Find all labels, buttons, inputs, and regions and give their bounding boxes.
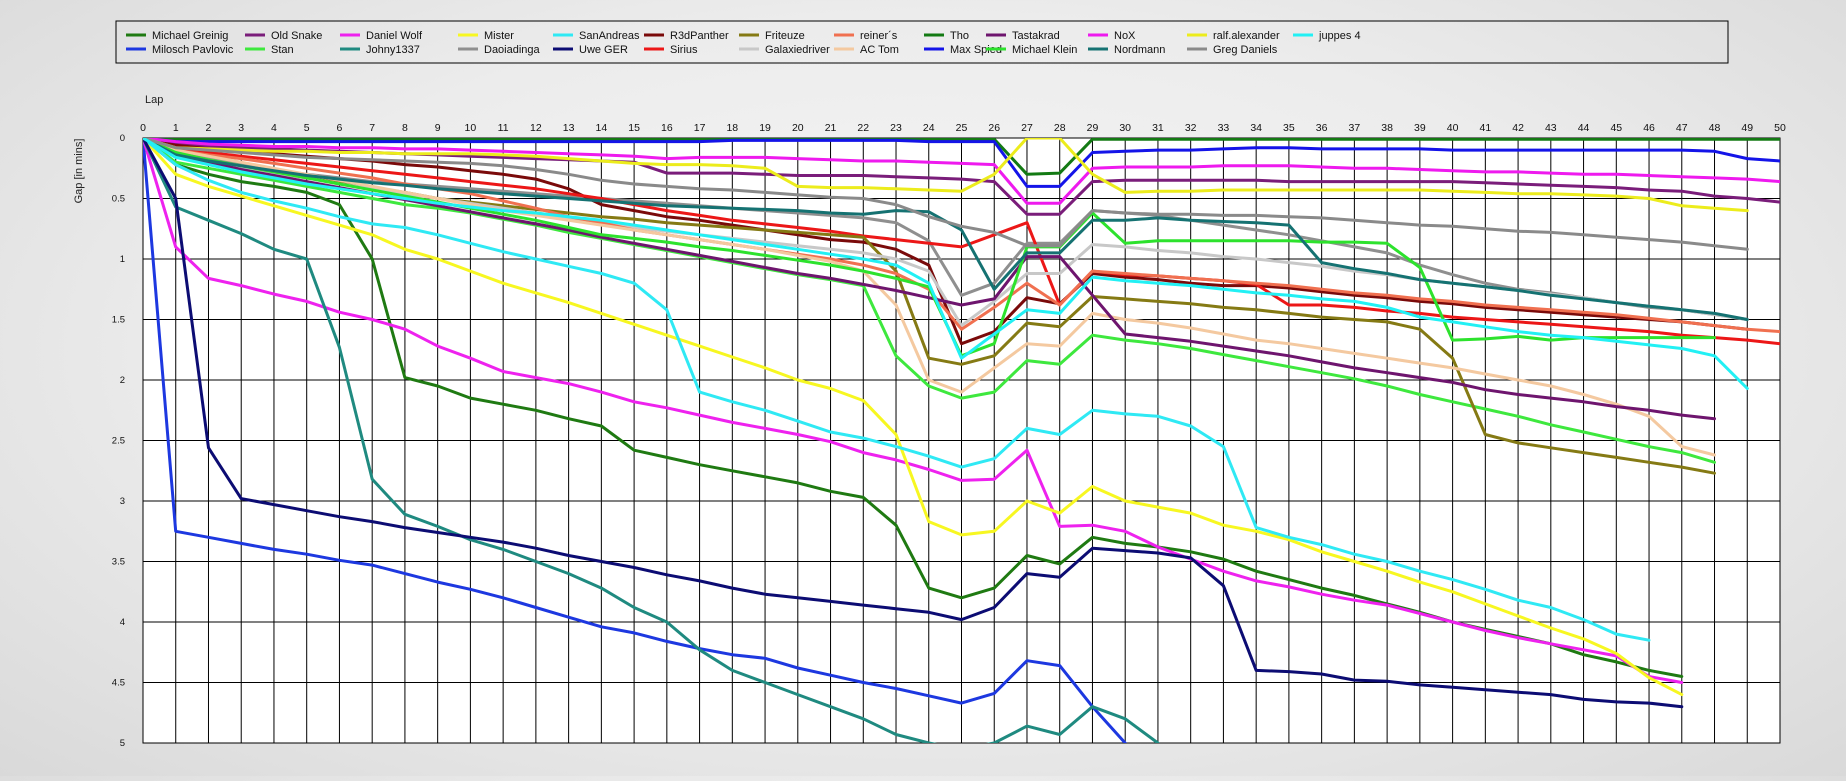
legend-entry-label: Stan [271, 44, 294, 56]
chart-root: Michael Greinig Milosch Pavlovic Old Snake… [0, 0, 1846, 776]
x-tick-label: 49 [1741, 122, 1753, 134]
y-tick-label: 2.5 [112, 436, 125, 447]
x-tick-label: 41 [1479, 122, 1491, 134]
y-tick-label: 3.5 [112, 557, 125, 568]
x-tick-label: 21 [825, 122, 837, 134]
legend-entry-label: juppes 4 [1318, 30, 1361, 42]
legend-entry-label: SanAndreas [579, 30, 640, 42]
y-axis-label: Gap [in mins] [73, 139, 85, 204]
x-tick-label: 4 [271, 122, 277, 134]
legend-entry-label: Old Snake [271, 30, 322, 42]
x-tick-label: 37 [1349, 122, 1361, 134]
x-tick-label: 42 [1512, 122, 1524, 134]
y-tick-label: 0.5 [112, 194, 125, 205]
x-tick-label: 16 [661, 122, 673, 134]
legend: Michael Greinig Milosch Pavlovic Old Snake… [115, 20, 1729, 64]
x-tick-label: 6 [337, 122, 343, 134]
legend-entry-label: ralf.alexander [1213, 30, 1280, 42]
lap-gap-chart: Michael Greinig Milosch Pavlovic Old Snake… [73, 20, 1786, 749]
x-tick-label: 31 [1152, 122, 1164, 134]
x-tick-label: 46 [1643, 122, 1655, 134]
x-tick-label: 19 [759, 122, 771, 134]
x-tick-label: 50 [1774, 122, 1786, 134]
legend-entry-label: AC Tom [860, 44, 899, 56]
x-tick-label: 25 [956, 122, 968, 134]
x-tick-label: 20 [792, 122, 804, 134]
legend-entry-label: Mister [484, 30, 514, 42]
x-tick-label: 1 [173, 122, 179, 134]
y-tick-label: 3 [120, 496, 125, 507]
x-tick-label: 3 [238, 122, 244, 134]
x-tick-label: 15 [628, 122, 640, 134]
x-tick-label: 0 [140, 122, 146, 134]
y-tick-label: 4.5 [112, 678, 125, 689]
x-tick-label: 40 [1447, 122, 1459, 134]
y-tick-label: 0 [120, 133, 125, 144]
x-tick-label: 30 [1119, 122, 1131, 134]
x-tick-label: 22 [857, 122, 869, 134]
x-tick-label: 35 [1283, 122, 1295, 134]
x-tick-label: 10 [465, 122, 477, 134]
x-tick-label: 8 [402, 122, 408, 134]
x-tick-label: 9 [435, 122, 441, 134]
x-tick-label: 23 [890, 122, 902, 134]
x-tick-label: 24 [923, 122, 935, 134]
x-tick-label: 14 [596, 122, 608, 134]
legend-entry-label: Friteuze [765, 30, 805, 42]
legend-entry-label: Tastakrad [1012, 30, 1060, 42]
x-axis-label: Lap [145, 94, 163, 106]
legend-entry-label: Michael Greinig [152, 30, 228, 42]
x-tick-label: 38 [1381, 122, 1393, 134]
legend-entry-label: reiner´s [860, 30, 898, 42]
x-tick-label: 12 [530, 122, 542, 134]
legend-entry-label: Daoiadinga [484, 44, 541, 56]
x-tick-label: 34 [1250, 122, 1262, 134]
legend-entry-label: Sirius [670, 44, 698, 56]
x-tick-label: 7 [369, 122, 375, 134]
legend-entry-label: R3dPanther [670, 30, 729, 42]
x-tick-label: 11 [498, 122, 509, 134]
x-tick-label: 29 [1087, 122, 1099, 134]
y-tick-label: 4 [120, 617, 125, 628]
legend-entry-label: NoX [1114, 30, 1136, 42]
x-tick-label: 48 [1709, 122, 1721, 134]
x-tick-label: 27 [1021, 122, 1033, 134]
legend-box [115, 20, 1729, 64]
legend-entry-label: Galaxiedriver [765, 44, 830, 56]
legend-entry-label: Nordmann [1114, 44, 1165, 56]
x-tick-label: 5 [304, 122, 310, 134]
x-tick-label: 47 [1676, 122, 1688, 134]
legend-entry-label: Daniel Wolf [366, 30, 423, 42]
x-tick-label: 43 [1545, 122, 1557, 134]
y-tick-label: 1.5 [112, 315, 125, 326]
x-tick-label: 28 [1054, 122, 1066, 134]
legend-entry-label: Johny1337 [366, 44, 420, 56]
legend-entry-label: Greg Daniels [1213, 44, 1278, 56]
x-tick-label: 45 [1610, 122, 1622, 134]
legend-entry-label: Tho [950, 30, 969, 42]
legend-entry-label: Milosch Pavlovic [152, 44, 234, 56]
x-tick-label: 2 [206, 122, 212, 134]
x-tick-label: 39 [1414, 122, 1426, 134]
x-tick-label: 17 [694, 122, 706, 134]
legend-entry-label: Michael Klein [1012, 44, 1077, 56]
x-tick-label: 18 [726, 122, 738, 134]
legend-entry-label: Uwe GER [579, 44, 628, 56]
x-tick-label: 33 [1218, 122, 1230, 134]
x-tick-label: 26 [988, 122, 1000, 134]
x-tick-label: 32 [1185, 122, 1197, 134]
y-tick-label: 5 [120, 738, 125, 749]
x-tick-label: 36 [1316, 122, 1328, 134]
y-tick-label: 2 [120, 375, 125, 386]
x-tick-label: 13 [563, 122, 575, 134]
x-tick-label: 44 [1578, 122, 1590, 134]
y-tick-label: 1 [120, 254, 125, 265]
